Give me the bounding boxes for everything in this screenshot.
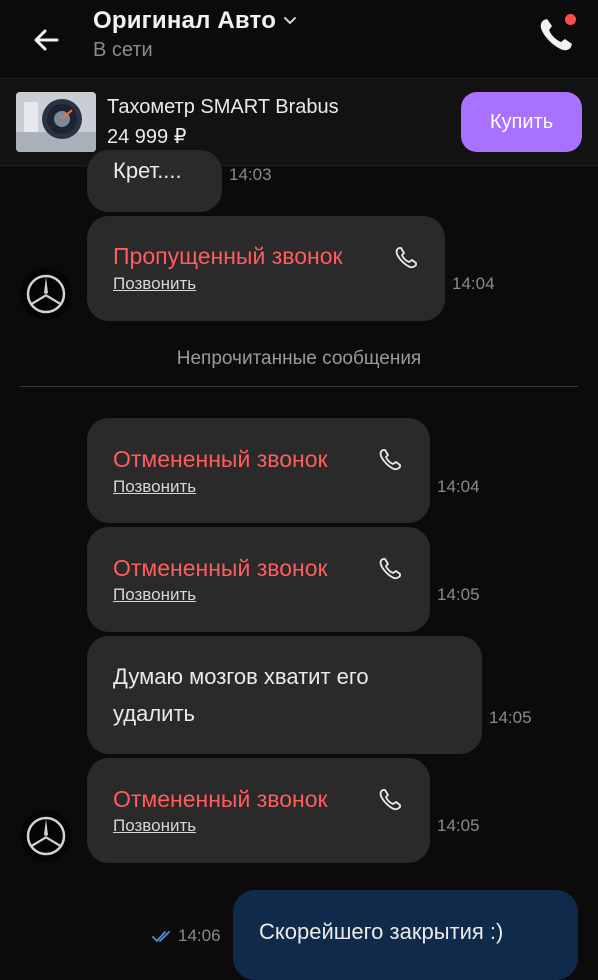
call-title: Пропущенный звонок [113,243,343,269]
unread-divider-label: Непрочитанные сообщения [176,348,422,369]
product-thumbnail[interactable] [16,92,96,152]
double-check-icon [152,931,170,943]
message-time: 14:05 [437,585,480,604]
back-arrow-icon[interactable] [26,20,66,60]
message-text: удалить [113,701,196,726]
call-title: Отмененный звонок [113,786,328,812]
phone-icon [379,558,401,580]
unread-divider-line [20,386,578,387]
product-bar[interactable]: Тахометр SMART Brabus 24 999 ₽ Купить [0,78,598,166]
message-time: 14:04 [452,274,495,293]
chat-title: Оригинал Авто [93,7,277,34]
cancelled-call-bubble[interactable]: Отмененный звонок Позвонить [87,758,430,863]
outgoing-message-bubble: Скорейшего закрытия :) [233,890,578,980]
message-time: 14:06 [178,926,221,945]
avatar[interactable] [20,810,72,862]
product-price: 24 999 ₽ [107,126,187,148]
message-bubble: Крет.... [87,150,222,212]
notification-dot [565,14,576,25]
message-time: 14:04 [437,477,480,496]
mercedes-logo-icon [26,816,66,856]
message-text: Скорейшего закрытия :) [259,919,504,944]
message-bubble: Думаю мозгов хватит его удалить [87,636,482,754]
chat-title-row[interactable]: Оригинал Авто [93,7,300,35]
message-time: 14:05 [437,816,480,835]
call-back-link[interactable]: Позвонить [113,477,196,497]
call-back-link[interactable]: Позвонить [113,585,196,605]
online-status: В сети [93,39,153,61]
message-time: 14:05 [489,708,532,727]
cancelled-call-bubble[interactable]: Отмененный звонок Позвонить [87,418,430,523]
phone-icon [379,449,401,471]
call-back-link[interactable]: Позвонить [113,274,196,294]
call-title: Отмененный звонок [113,555,328,581]
missed-call-bubble[interactable]: Пропущенный звонок Позвонить [87,216,445,321]
mercedes-logo-icon [26,274,66,314]
chevron-down-icon [282,12,300,30]
message-text: Крет.... [113,158,182,183]
cancelled-call-bubble[interactable]: Отмененный звонок Позвонить [87,527,430,632]
call-back-link[interactable]: Позвонить [113,816,196,836]
product-name: Тахометр SMART Brabus [107,96,339,118]
phone-icon [379,789,401,811]
buy-button[interactable]: Купить [461,92,582,152]
avatar[interactable] [20,268,72,320]
chat-header: Оригинал Авто В сети [0,0,598,78]
call-title: Отмененный звонок [113,446,328,472]
message-time: 14:03 [229,165,272,184]
phone-call-button[interactable] [534,12,580,58]
message-text: Думаю мозгов хватит его [113,664,369,689]
phone-icon [395,247,417,269]
